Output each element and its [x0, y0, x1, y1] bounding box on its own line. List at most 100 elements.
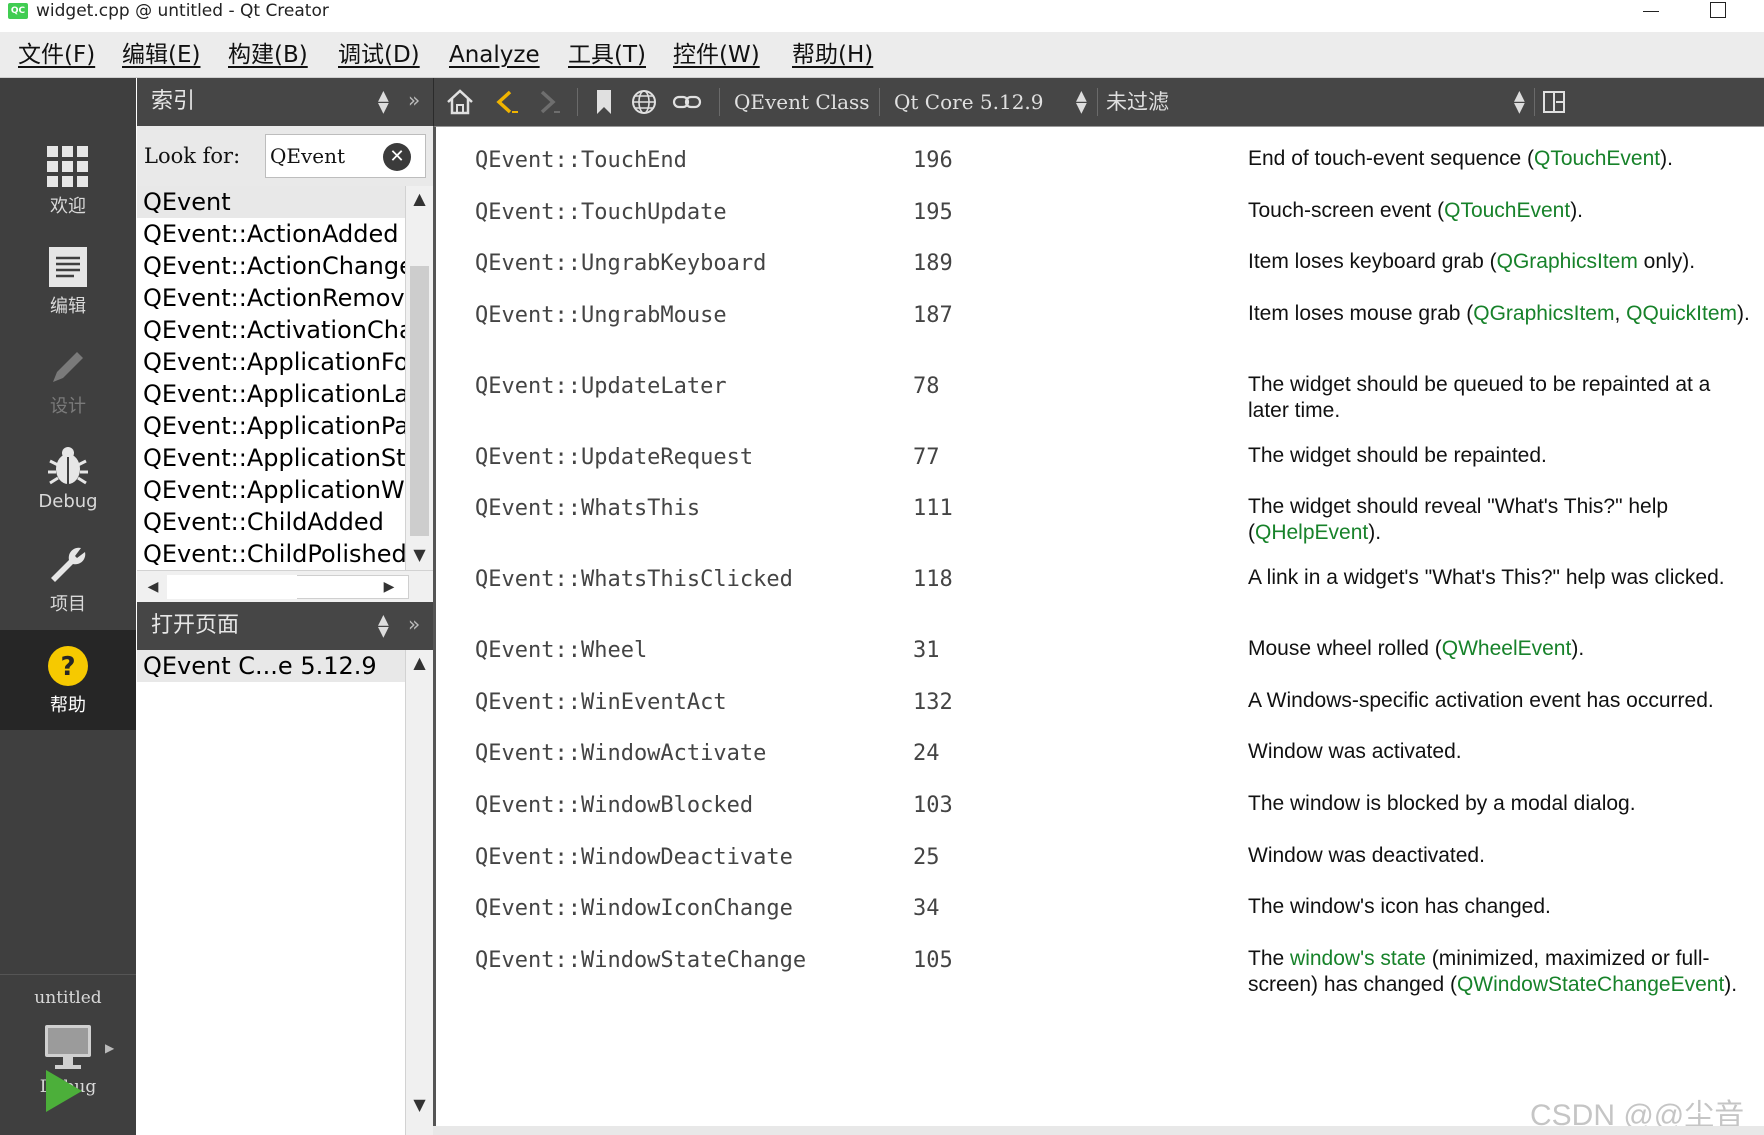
maximize-icon[interactable]: [1710, 2, 1726, 18]
class-link[interactable]: QWindowStateChangeEvent: [1457, 973, 1724, 996]
link-icon[interactable]: [672, 88, 702, 116]
list-item[interactable]: QEvent C...e 5.12.9: [137, 650, 405, 682]
menu-debug[interactable]: 调试(D): [338, 38, 420, 72]
content-bottom-border: [433, 1126, 1764, 1135]
enum-value: 105: [913, 948, 953, 973]
description-text: The window is blocked by a modal dialog.: [1248, 792, 1636, 815]
list-item[interactable]: QEvent::ActivationChange: [137, 314, 405, 346]
enum-value: 25: [913, 845, 940, 870]
menu-help[interactable]: 帮助(H): [792, 38, 873, 72]
mode-edit[interactable]: 编辑: [0, 246, 136, 318]
index-hscrollbar[interactable]: ◀ ▶: [137, 570, 433, 602]
panel-split-icon[interactable]: »: [408, 88, 420, 112]
menu-analyze[interactable]: Analyze: [449, 38, 540, 72]
home-icon[interactable]: [446, 88, 474, 116]
list-item[interactable]: QEvent::ActionRemoved: [137, 282, 405, 314]
bookmark-icon[interactable]: [594, 88, 614, 116]
class-link[interactable]: QQuickItem: [1626, 302, 1737, 325]
list-item[interactable]: QEvent::ActionChanged: [137, 250, 405, 282]
run-button[interactable]: [42, 1068, 84, 1118]
enum-description: End of touch-event sequence (QTouchEvent…: [1248, 146, 1753, 172]
panel-select-arrows-icon[interactable]: ▲ ▼: [378, 89, 389, 115]
list-item[interactable]: QEvent::ChildPolished: [137, 538, 405, 570]
index-search-input[interactable]: [270, 139, 380, 173]
index-panel-title: 索引: [151, 89, 196, 114]
enum-description: The widget should reveal "What's This?" …: [1248, 494, 1753, 546]
mode-welcome[interactable]: 欢迎: [0, 146, 136, 218]
list-item[interactable]: QEvent::ApplicationPaletteChange: [137, 410, 405, 442]
enum-value: 24: [913, 741, 940, 766]
h-scroll-thumb[interactable]: [167, 575, 297, 599]
panel-select-arrows-icon[interactable]: ▲ ▼: [378, 613, 389, 639]
enum-value: 77: [913, 445, 940, 470]
mode-project-label: 项目: [50, 594, 86, 615]
mode-edit-label: 编辑: [50, 296, 86, 317]
class-link[interactable]: QTouchEvent: [1534, 147, 1660, 170]
enum-value: 132: [913, 690, 953, 715]
bug-icon: [48, 447, 88, 485]
clear-icon[interactable]: ✕: [383, 143, 411, 171]
class-link[interactable]: QGraphicsItem: [1473, 302, 1614, 325]
split-view-icon[interactable]: [1542, 90, 1566, 114]
run-icon: [46, 1070, 82, 1112]
scroll-thumb[interactable]: [410, 266, 429, 536]
class-link[interactable]: QHelpEvent: [1255, 521, 1368, 544]
back-icon[interactable]: [492, 88, 520, 116]
mode-project[interactable]: 项目: [0, 544, 136, 616]
scroll-up-icon[interactable]: ▲: [406, 650, 433, 676]
help-toolbar: QEvent Class Qt Core 5.12.9 ▲ ▼ 未过滤 ▲ ▼: [433, 78, 1764, 126]
class-link[interactable]: QTouchEvent: [1444, 199, 1570, 222]
enum-value: 31: [913, 638, 940, 663]
enum-description: Item loses mouse grab (QGraphicsItem, QQ…: [1248, 301, 1753, 327]
mode-divider: [0, 974, 136, 975]
filter-selector[interactable]: 未过滤: [1106, 86, 1169, 118]
panel-split-icon[interactable]: »: [408, 612, 420, 636]
kit-expand-icon[interactable]: ▶: [105, 1041, 114, 1055]
scroll-left-icon[interactable]: ◀: [141, 574, 165, 600]
monitor-icon: [45, 1025, 91, 1069]
enum-name: QEvent::WindowBlocked: [475, 793, 754, 818]
scroll-up-icon[interactable]: ▲: [406, 186, 433, 212]
enum-description: A link in a widget's "What's This?" help…: [1248, 565, 1753, 591]
description-text: The window's icon has changed.: [1248, 895, 1551, 918]
class-link[interactable]: window's state: [1290, 947, 1426, 970]
list-item[interactable]: QEvent::ChildAdded: [137, 506, 405, 538]
menu-file[interactable]: 文件(F): [18, 38, 95, 72]
menu-controls[interactable]: 控件(W): [673, 38, 760, 72]
list-item[interactable]: QEvent::ActionAdded: [137, 218, 405, 250]
mode-design[interactable]: 设计: [0, 346, 136, 418]
enum-name: QEvent::UngrabKeyboard: [475, 251, 767, 276]
list-item[interactable]: QEvent::ApplicationFontChange: [137, 346, 405, 378]
mode-help[interactable]: ? 帮助: [0, 630, 136, 730]
module-selector[interactable]: Qt Core 5.12.9: [894, 86, 1044, 118]
list-item[interactable]: QEvent::ApplicationLayoutDirectionChange: [137, 378, 405, 410]
filter-select-arrows-icon[interactable]: ▲ ▼: [1514, 89, 1525, 115]
globe-icon[interactable]: [630, 88, 658, 116]
mode-debug-label: Debug: [38, 491, 98, 512]
open-pages-vscrollbar[interactable]: ▲ ▼: [405, 650, 433, 1135]
minimize-icon[interactable]: [1640, 2, 1664, 20]
mode-selector: 欢迎 编辑 设计 Debug 项目 ? 帮助 untitled ▶: [0, 78, 136, 1135]
enum-value: 118: [913, 567, 953, 592]
pencil-icon: [53, 352, 83, 382]
window-title: widget.cpp @ untitled - Qt Creator: [36, 1, 329, 21]
class-link[interactable]: QGraphicsItem: [1497, 250, 1638, 273]
menu-tools[interactable]: 工具(T): [568, 38, 646, 72]
description-text: A Windows-specific activation event has …: [1248, 689, 1714, 712]
module-select-arrows-icon[interactable]: ▲ ▼: [1076, 89, 1087, 115]
mode-debug[interactable]: Debug: [0, 445, 136, 512]
scroll-right-icon[interactable]: ▶: [377, 574, 401, 600]
menu-edit[interactable]: 编辑(E): [122, 38, 200, 72]
class-link[interactable]: QWheelEvent: [1442, 637, 1572, 660]
menu-build[interactable]: 构建(B): [228, 38, 308, 72]
list-item[interactable]: QEvent::ApplicationStateChange: [137, 442, 405, 474]
description-text: The: [1248, 947, 1291, 970]
scroll-down-icon[interactable]: ▼: [406, 1092, 433, 1118]
open-pages-list: QEvent C...e 5.12.9: [137, 650, 405, 1135]
scroll-down-icon[interactable]: ▼: [406, 542, 433, 568]
index-vscrollbar[interactable]: ▲ ▼: [405, 186, 433, 570]
forward-icon[interactable]: [534, 88, 562, 116]
list-item[interactable]: QEvent: [137, 186, 405, 218]
look-for-label: Look for:: [144, 144, 241, 168]
list-item[interactable]: QEvent::ApplicationWindowIconChange: [137, 474, 405, 506]
